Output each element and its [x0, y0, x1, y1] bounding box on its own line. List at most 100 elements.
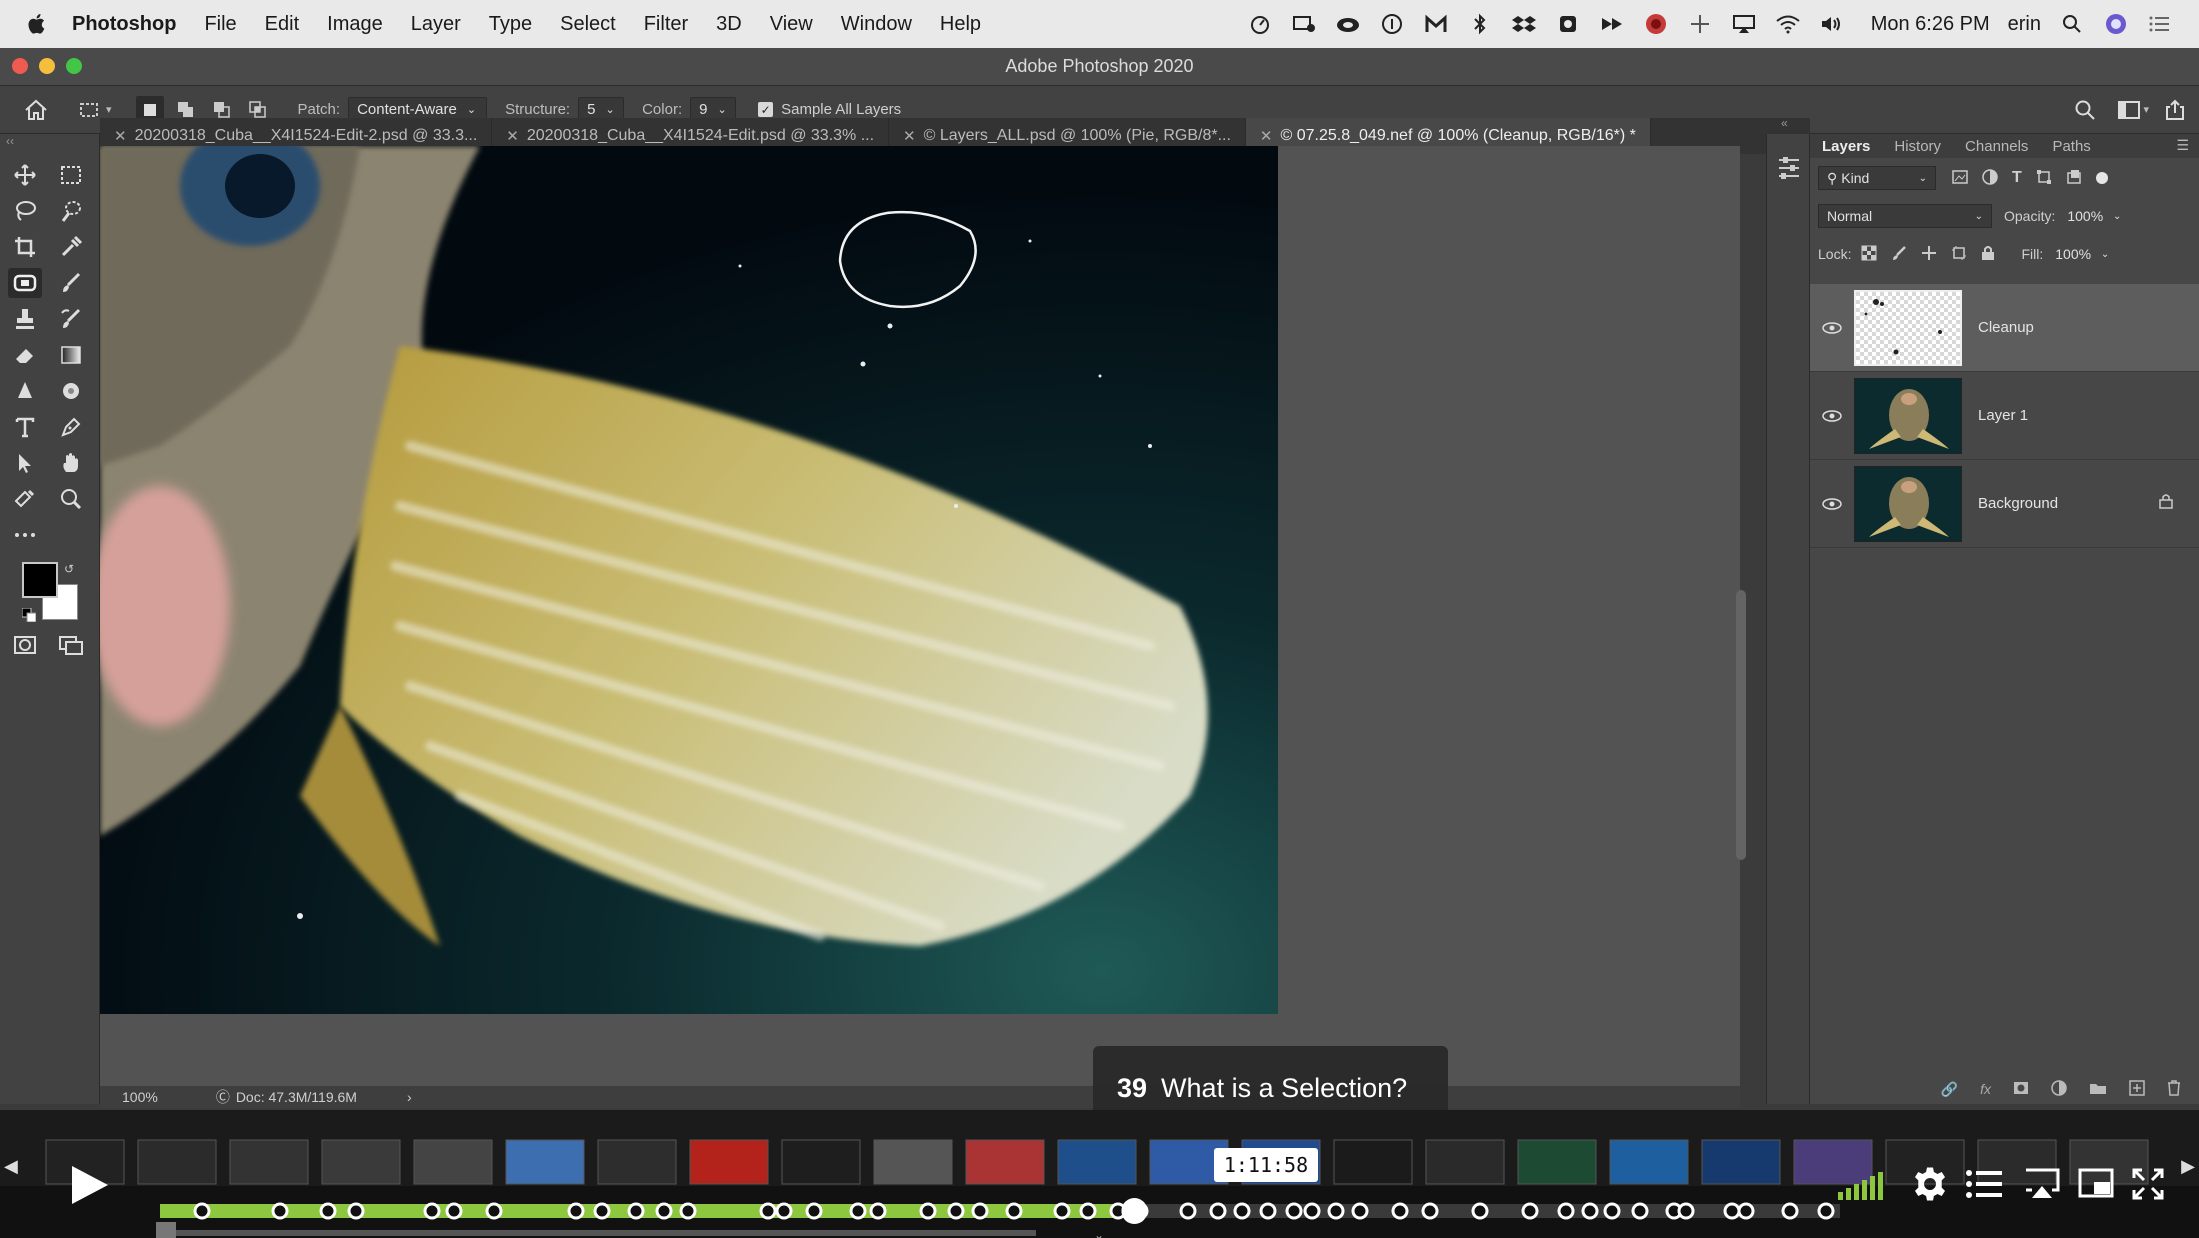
collapse-toolbar-icon[interactable]: ‹‹: [6, 134, 14, 148]
lock-icon[interactable]: [2159, 493, 2173, 514]
swap-colors-icon[interactable]: ↺: [64, 562, 74, 576]
lock-all-icon[interactable]: [1981, 245, 1995, 264]
default-colors-icon[interactable]: [21, 607, 37, 623]
lock-artboard-icon[interactable]: [1951, 245, 1967, 264]
document-image-fish-fin[interactable]: [100, 146, 1278, 1014]
properties-panel-icon[interactable]: [1775, 154, 1803, 182]
bluetooth-icon[interactable]: [1467, 13, 1493, 35]
menu-select[interactable]: Select: [560, 13, 616, 36]
tab-channels[interactable]: Channels: [1953, 138, 2040, 155]
visibility-eye-icon[interactable]: [1810, 497, 1854, 510]
layer-row-cleanup[interactable]: Cleanup: [1810, 284, 2199, 372]
volume-icon[interactable]: [1819, 13, 1845, 35]
lock-pixels-icon[interactable]: [1891, 245, 1907, 264]
menu-app-name[interactable]: Photoshop: [72, 13, 176, 36]
type-tool-icon[interactable]: [8, 412, 42, 442]
airplay-video-icon[interactable]: [2024, 1168, 2060, 1205]
layer-name[interactable]: Background: [1978, 495, 2159, 512]
home-icon[interactable]: [22, 96, 50, 124]
eraser-tool-icon[interactable]: [8, 340, 42, 370]
expand-panels-icon[interactable]: «: [1781, 116, 1788, 130]
dodge-tool-icon[interactable]: [54, 376, 88, 406]
layer-row-background[interactable]: Background: [1810, 460, 2199, 548]
zoom-level[interactable]: 100%: [122, 1089, 158, 1105]
menu-view[interactable]: View: [770, 13, 813, 36]
filter-adjustment-icon[interactable]: [1982, 168, 1998, 188]
visibility-eye-icon[interactable]: [1810, 321, 1854, 334]
menu-help[interactable]: Help: [940, 13, 981, 36]
menubar-user[interactable]: erin: [2008, 13, 2041, 36]
record-status-icon[interactable]: [1643, 13, 1669, 35]
notification-center-icon[interactable]: [2147, 13, 2173, 35]
layer-thumbnail[interactable]: [1854, 377, 1962, 454]
status-expand-icon[interactable]: ›: [407, 1089, 412, 1105]
wifi-icon[interactable]: [1775, 13, 1801, 35]
fast-forward-icon[interactable]: [1599, 13, 1625, 35]
tab-paths[interactable]: Paths: [2040, 138, 2102, 155]
more-tools-icon[interactable]: [8, 520, 42, 550]
edit-toolbar-icon[interactable]: [8, 484, 42, 514]
new-adjustment-layer-icon[interactable]: [2051, 1079, 2067, 1099]
siri-icon[interactable]: [2103, 13, 2129, 35]
search-icon[interactable]: [2071, 96, 2099, 124]
minimize-window-button[interactable]: [39, 58, 55, 74]
quick-mask-icon[interactable]: [8, 630, 42, 660]
workspace-chevron-icon[interactable]: ▾: [2143, 103, 2149, 116]
blur-tool-icon[interactable]: [8, 376, 42, 406]
backup-icon[interactable]: [1555, 13, 1581, 35]
pen-tool-icon[interactable]: [54, 412, 88, 442]
strip-left-arrow-icon[interactable]: ◀: [4, 1156, 18, 1177]
close-tab-icon[interactable]: ✕: [903, 127, 916, 145]
play-button[interactable]: [66, 1162, 112, 1208]
malwarebytes-icon[interactable]: [1423, 13, 1449, 35]
filter-pixel-icon[interactable]: [1952, 169, 1968, 187]
new-layer-icon[interactable]: [2129, 1079, 2145, 1099]
move-arrows-icon[interactable]: [1687, 13, 1713, 35]
delete-layer-icon[interactable]: [2167, 1079, 2181, 1099]
layer-effects-icon[interactable]: fx: [1980, 1081, 1991, 1097]
opacity-field[interactable]: 100% ⌄: [2059, 204, 2129, 228]
filter-kind-select[interactable]: ⚲ Kind ⌄: [1818, 166, 1936, 190]
filter-type-icon[interactable]: T: [2012, 169, 2022, 187]
fullscreen-icon[interactable]: [2132, 1168, 2164, 1205]
close-tab-icon[interactable]: ✕: [114, 127, 127, 145]
tab-layers[interactable]: Layers: [1810, 138, 1882, 155]
fill-field[interactable]: 100% ⌄: [2047, 242, 2117, 266]
menu-window[interactable]: Window: [841, 13, 912, 36]
clone-stamp-tool-icon[interactable]: [8, 304, 42, 334]
canvas-area[interactable]: [100, 146, 1740, 1086]
hand-tool-icon[interactable]: [54, 448, 88, 478]
canvas-vertical-scrollbar[interactable]: [1736, 590, 1746, 860]
menu-3d[interactable]: 3D: [716, 13, 742, 36]
brush-tool-icon[interactable]: [54, 268, 88, 298]
spotlight-search-icon[interactable]: [2059, 13, 2085, 35]
screen-record-icon[interactable]: [1291, 13, 1317, 35]
layer-name[interactable]: Cleanup: [1978, 319, 2199, 336]
dropbox-icon[interactable]: [1511, 13, 1537, 35]
workspace-icon[interactable]: [2115, 96, 2143, 124]
apple-logo-icon[interactable]: [24, 11, 50, 37]
menubar-clock[interactable]: Mon 6:26 PM: [1871, 13, 1990, 36]
strip-right-arrow-icon[interactable]: ▶: [2181, 1156, 2195, 1177]
progress-bar[interactable]: [150, 1186, 1850, 1238]
patch-tool-icon[interactable]: [8, 268, 42, 298]
menu-image[interactable]: Image: [327, 13, 383, 36]
volume-bars-icon[interactable]: [1838, 1172, 1890, 1205]
history-brush-tool-icon[interactable]: [54, 304, 88, 334]
blend-mode-select[interactable]: Normal ⌄: [1818, 204, 1992, 228]
preset-chevron-icon[interactable]: ▾: [106, 103, 112, 116]
airplay-icon[interactable]: [1731, 13, 1757, 35]
zoom-tool-icon[interactable]: [54, 484, 88, 514]
filter-shape-icon[interactable]: [2036, 169, 2052, 188]
close-tab-icon[interactable]: ✕: [506, 127, 519, 145]
onepassword-icon[interactable]: [1379, 13, 1405, 35]
new-group-icon[interactable]: [2089, 1081, 2107, 1098]
filter-smart-object-icon[interactable]: [2066, 169, 2082, 188]
foreground-color-swatch[interactable]: [22, 562, 58, 598]
creative-cloud-icon[interactable]: [1335, 13, 1361, 35]
lasso-tool-icon[interactable]: [8, 196, 42, 226]
share-icon[interactable]: [2161, 96, 2189, 124]
tab-history[interactable]: History: [1882, 138, 1953, 155]
layer-row-layer-1[interactable]: Layer 1: [1810, 372, 2199, 460]
move-tool-icon[interactable]: [8, 160, 42, 190]
